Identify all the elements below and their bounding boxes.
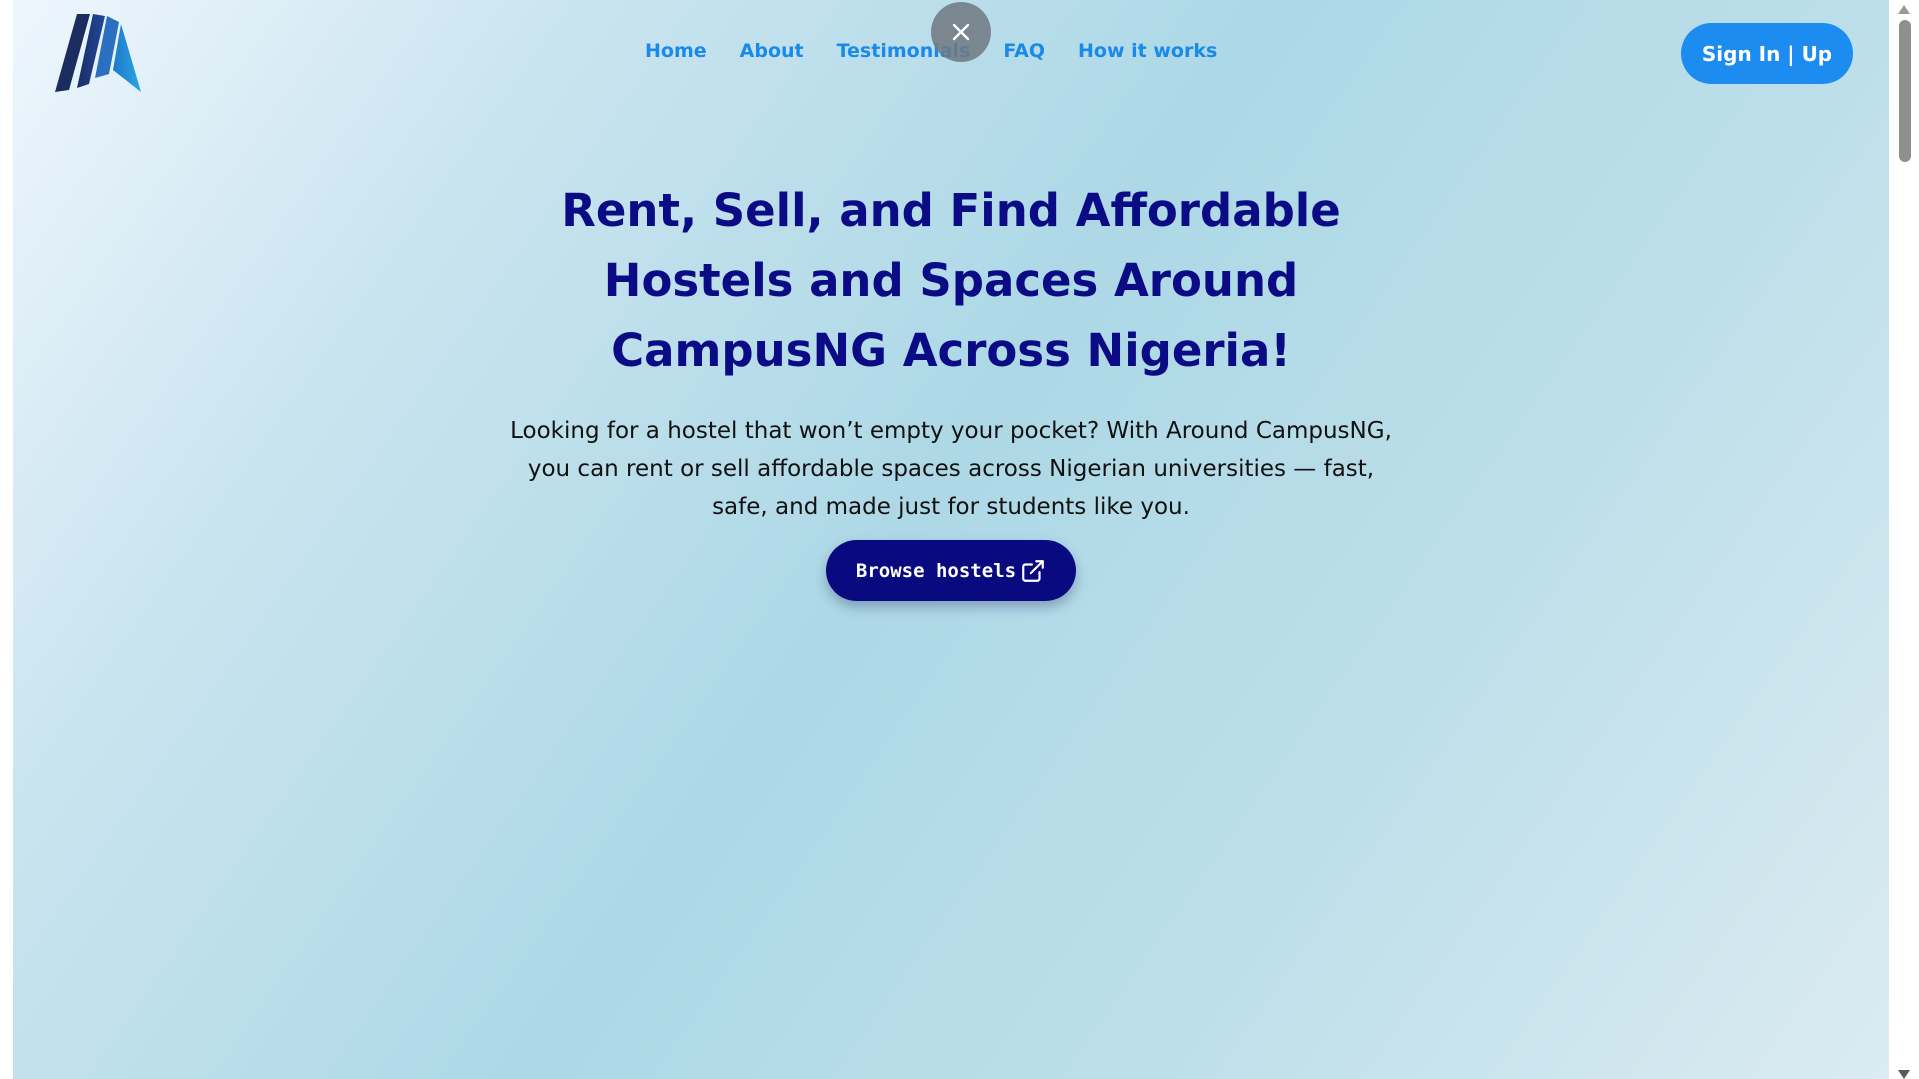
nav-faq-link[interactable]: FAQ bbox=[1003, 40, 1045, 62]
nav-how-it-works-link[interactable]: How it works bbox=[1078, 40, 1217, 62]
sign-in-up-button[interactable]: Sign In | Up bbox=[1681, 23, 1853, 84]
hero-description: Looking for a hostel that won’t empty yo… bbox=[510, 418, 1392, 520]
close-icon bbox=[952, 23, 970, 41]
external-link-icon bbox=[1022, 559, 1044, 582]
nav-about-link[interactable]: About bbox=[740, 40, 804, 62]
brand-logo[interactable] bbox=[55, 12, 143, 92]
hero-title: Rent, Sell, and Find Affordable Hostels … bbox=[561, 184, 1341, 377]
scrollbar-thumb[interactable] bbox=[1899, 20, 1911, 162]
close-button[interactable] bbox=[931, 2, 991, 62]
scroll-down-arrow-icon[interactable] bbox=[1898, 1070, 1910, 1079]
browse-hostels-label: Browse hostels bbox=[855, 559, 1017, 582]
scroll-up-arrow-icon[interactable] bbox=[1898, 5, 1910, 14]
page-viewport: Home About Testimonials FAQ How it works… bbox=[13, 0, 1889, 1079]
nav-home-link[interactable]: Home bbox=[645, 40, 707, 62]
main-nav: Home About Testimonials FAQ How it works bbox=[645, 40, 1217, 62]
browse-hostels-button[interactable]: Browse hostels bbox=[826, 540, 1076, 601]
vertical-scrollbar[interactable] bbox=[1889, 0, 1919, 1079]
